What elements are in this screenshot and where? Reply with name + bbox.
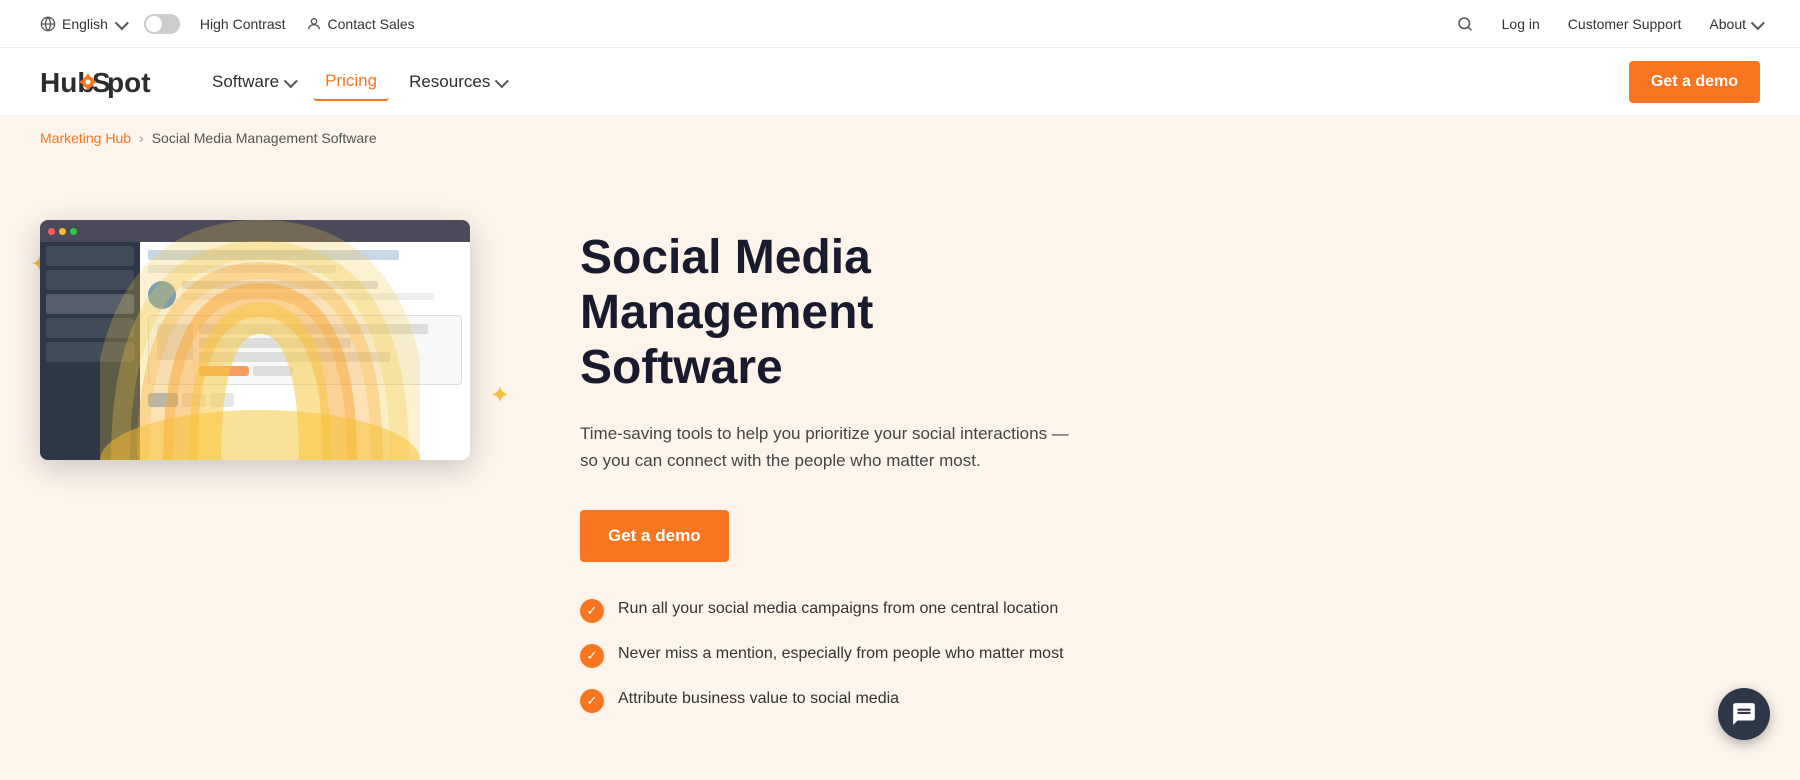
globe-icon [40, 16, 56, 32]
breadcrumb-current: Social Media Management Software [152, 130, 377, 146]
nav-left: Hub S pot Software Pricing Resources [40, 63, 516, 101]
nav-links: Software Pricing Resources [200, 63, 516, 101]
check-icon-3: ✓ [580, 689, 604, 713]
feature-list: ✓ Run all your social media campaigns fr… [580, 598, 1080, 713]
chat-icon [1731, 701, 1757, 727]
software-chevron-icon [283, 79, 293, 85]
customer-support-link[interactable]: Customer Support [1568, 16, 1682, 32]
high-contrast-toggle[interactable] [144, 14, 180, 34]
hubspot-logo[interactable]: Hub S pot [40, 64, 160, 100]
get-demo-hero-button[interactable]: Get a demo [580, 510, 729, 562]
arch-decoration [100, 160, 420, 460]
about-menu[interactable]: About [1709, 16, 1760, 32]
high-contrast-label: High Contrast [200, 16, 286, 32]
about-chevron-icon [1750, 21, 1760, 27]
feature-item-2: ✓ Never miss a mention, especially from … [580, 643, 1080, 668]
feature-text-1: Run all your social media campaigns from… [618, 598, 1058, 620]
chat-button[interactable] [1718, 688, 1770, 740]
top-bar-left: English High Contrast Contact Sales [40, 14, 415, 34]
svg-text:pot: pot [107, 67, 151, 98]
contact-sales-label: Contact Sales [328, 16, 415, 32]
breadcrumb-separator: › [139, 130, 144, 146]
hero-section: ✦ [0, 160, 1800, 780]
top-bar: English High Contrast Contact Sales Log … [0, 0, 1800, 48]
resources-label: Resources [409, 72, 490, 92]
person-icon [306, 16, 322, 32]
sparkle-decoration-2: ✦ [490, 381, 510, 410]
login-link[interactable]: Log in [1502, 16, 1540, 32]
breadcrumb: Marketing Hub › Social Media Management … [0, 116, 1800, 160]
language-chevron-icon [114, 21, 124, 27]
feature-text-2: Never miss a mention, especially from pe… [618, 643, 1064, 665]
about-label: About [1709, 16, 1746, 32]
language-label: English [62, 16, 108, 32]
top-bar-right: Log in Customer Support About [1456, 15, 1760, 33]
nav-software[interactable]: Software [200, 64, 305, 100]
feature-text-3: Attribute business value to social media [618, 688, 899, 710]
hero-subtitle: Time-saving tools to help you prioritize… [580, 420, 1080, 474]
check-icon-1: ✓ [580, 599, 604, 623]
search-button[interactable] [1456, 15, 1474, 33]
breadcrumb-parent[interactable]: Marketing Hub [40, 130, 131, 146]
nav-resources[interactable]: Resources [397, 64, 516, 100]
logo-svg: Hub S pot [40, 64, 160, 100]
hero-image-area: ✦ [40, 220, 500, 460]
main-nav: Hub S pot Software Pricing Resources [0, 48, 1800, 116]
resources-chevron-icon [494, 79, 504, 85]
search-icon [1456, 15, 1474, 33]
hero-content: Social Media Management Software Time-sa… [580, 220, 1080, 713]
pricing-label: Pricing [325, 71, 377, 91]
hero-title: Social Media Management Software [580, 230, 1080, 396]
check-icon-2: ✓ [580, 644, 604, 668]
contact-sales-link[interactable]: Contact Sales [306, 16, 415, 32]
nav-pricing[interactable]: Pricing [313, 63, 389, 101]
get-demo-nav-button[interactable]: Get a demo [1629, 61, 1760, 103]
feature-item-1: ✓ Run all your social media campaigns fr… [580, 598, 1080, 623]
language-selector[interactable]: English [40, 16, 124, 32]
feature-item-3: ✓ Attribute business value to social med… [580, 688, 1080, 713]
software-label: Software [212, 72, 279, 92]
toggle-knob [146, 16, 162, 32]
